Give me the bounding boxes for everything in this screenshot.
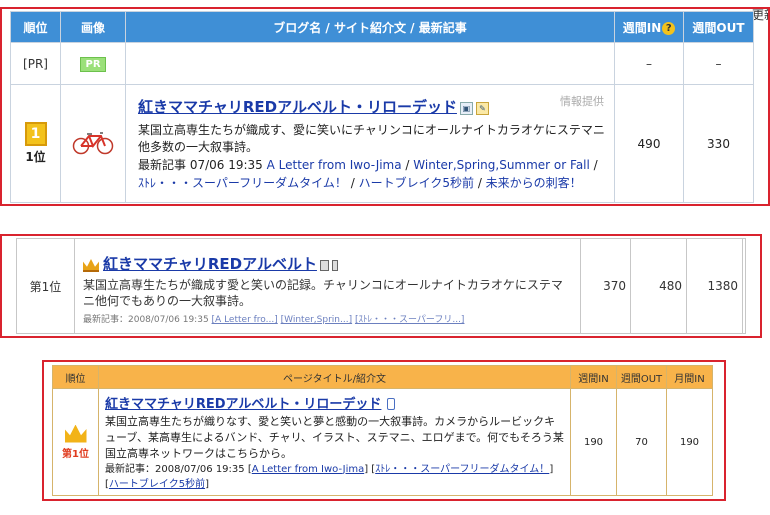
count-3: 1380 [687, 239, 743, 333]
entry-body: 紅きママチャリREDアルベルト・リローデッド ▣ ✎ 情報提供 某国立高専生たちが織… [125, 84, 615, 203]
latest-link-1[interactable]: A Letter from Iwo-Jima [267, 158, 402, 172]
rank-label: 1位 [25, 150, 46, 164]
weekly-out-value: 330 [683, 84, 754, 203]
help-icon[interactable]: ? [662, 21, 676, 35]
monthly-in-value: 190 [666, 388, 713, 496]
latest-link-4[interactable]: ハートブレイク5秒前 [359, 176, 474, 190]
ranking-table-blue: 順位 画像 ブログ名 / サイト紹介文 / 最新記事 週間IN? 週間OUT [… [10, 11, 754, 203]
header-weekly-in: 週間IN? [614, 11, 684, 43]
weekly-in-value: 190 [570, 388, 617, 496]
pr-weekly-in: – [614, 42, 684, 85]
crown-icon [83, 259, 99, 272]
entry-description: 某国立高専生たちが織りなす、愛と笑いと夢と感動の一大叙事詩。カメラからルービック… [105, 414, 564, 460]
entry-description: 某国立高専生たちが織成す愛と笑いの記録。チャリンコにオールナイトカラオケにステマ… [83, 278, 563, 308]
header-image: 画像 [60, 11, 126, 43]
latest-link-2[interactable]: ｽﾄﾚ・・・スーパーフリーダムタイム！ [375, 464, 549, 475]
header-rank: 順位 [52, 365, 99, 389]
table-row: 第1位 紅きママチャリREDアルベルト・リローデッド 某国立高専生たちが織りなす… [52, 388, 713, 496]
profile-icon[interactable]: ▣ [459, 101, 473, 115]
pr-weekly-out: – [683, 42, 754, 85]
entry-description: 某国立高専生たちが織成す、愛に笑いにチャリンコにオールナイトカラオケにステマニ … [138, 122, 605, 154]
entry-title-link[interactable]: 紅きママチャリREDアルベルト [103, 255, 317, 273]
latest-link-1[interactable]: A Letter from Iwo-Jima [252, 464, 365, 475]
count-4 [743, 239, 747, 333]
latest-link-2[interactable]: [Winter,Sprin...] [281, 315, 352, 325]
latest-link-5[interactable]: 未来からの刺客！ [486, 176, 582, 190]
weekly-out-value: 70 [616, 388, 667, 496]
rank-medal-icon: 1 [24, 122, 47, 146]
header-monthly-in: 月間IN [666, 365, 713, 389]
latest-link-3[interactable]: ハートブレイク5秒前 [109, 479, 205, 490]
phone-icon[interactable] [319, 260, 329, 271]
header-weekly-out: 週間OUT [616, 365, 667, 389]
ranking-panel-gray: 第1位 紅きママチャリREDアルベルト 某国立高専生たちが織成す愛と笑いの記録。… [0, 234, 762, 338]
header-weekly-in-label: 週間IN [622, 20, 662, 35]
latest-link-3[interactable]: ｽﾄﾚ・・・スーパーフリーダムタイム！ [138, 176, 347, 190]
pr-rank: [PR] [10, 42, 61, 85]
rank-label: 第1位 [62, 448, 89, 460]
pr-row: [PR] PR – – [10, 42, 754, 85]
rank-label: 第1位 [17, 239, 75, 333]
latest-link-2[interactable]: Winter,Spring,Summer or Fall [413, 158, 590, 172]
header-rank: 順位 [10, 11, 61, 43]
latest-link-1[interactable]: [A Letter fro...] [212, 315, 278, 325]
rss-icon[interactable]: ✎ [475, 101, 489, 115]
ranking-panel-blue: 順位 画像 ブログ名 / サイト紹介文 / 最新記事 週間IN? 週間OUT [… [0, 7, 770, 206]
latest-articles: 最新記事：2008/07/06 19:35 [A Letter fro...] … [83, 315, 465, 325]
latest-articles: 最新記事：2008/07/06 19:35 [A Letter from Iwo… [105, 463, 554, 490]
mobile-icon[interactable] [387, 398, 396, 410]
count-2: 480 [631, 239, 687, 333]
entry-body: 紅きママチャリREDアルベルト 某国立高専生たちが織成す愛と笑いの記録。チャリン… [75, 239, 581, 333]
header-blog: ブログ名 / サイト紹介文 / 最新記事 [125, 11, 615, 43]
crown-icon [64, 424, 87, 443]
entry-title-link[interactable]: 紅きママチャリREDアルベルト・リローデッド [105, 397, 381, 412]
ranking-panel-orange: 順位 ページタイトル/紹介文 週間IN 週間OUT 月間IN 第1位 紅きママチ… [42, 360, 726, 501]
count-1: 370 [581, 239, 631, 333]
info-provider: 情報提供 [560, 95, 604, 108]
header-weekly-out: 週間OUT [683, 11, 754, 43]
table-row: 1 1位 紅きママチャリREDアルベルト・リローデッド ▣ ✎ 情報提供 某国立高専… [10, 84, 754, 203]
latest-link-3[interactable]: [ｽﾄﾚ・・・スーパーフリ...] [355, 315, 464, 325]
rank-cell: 第1位 [52, 388, 99, 496]
pr-content [125, 42, 615, 85]
bicycle-icon[interactable] [72, 129, 114, 155]
entry-title-link[interactable]: 紅きママチャリREDアルベルト・リローデッド [138, 98, 457, 116]
ranking-table-orange: 順位 ページタイトル/紹介文 週間IN 週間OUT 月間IN 第1位 紅きママチ… [52, 365, 713, 496]
header-weekly-in: 週間IN [570, 365, 617, 389]
table-header-row: 順位 ページタイトル/紹介文 週間IN 週間OUT 月間IN [52, 365, 713, 389]
mobile-icon[interactable] [331, 260, 338, 271]
table-header-row: 順位 画像 ブログ名 / サイト紹介文 / 最新記事 週間IN? 週間OUT [10, 11, 754, 43]
header-title: ページタイトル/紹介文 [98, 365, 571, 389]
entry-body: 紅きママチャリREDアルベルト・リローデッド 某国立高専生たちが織りなす、愛と笑… [98, 388, 571, 496]
rank-cell: 1 1位 [10, 84, 61, 203]
latest-articles: 最新記事 07/06 19:35 A Letter from Iwo-Jima … [138, 157, 598, 190]
pr-badge-icon[interactable]: PR [80, 56, 106, 72]
thumbnail-cell [60, 84, 126, 203]
table-row: 第1位 紅きママチャリREDアルベルト 某国立高専生たちが織成す愛と笑いの記録。… [16, 238, 746, 334]
weekly-in-value: 490 [614, 84, 684, 203]
